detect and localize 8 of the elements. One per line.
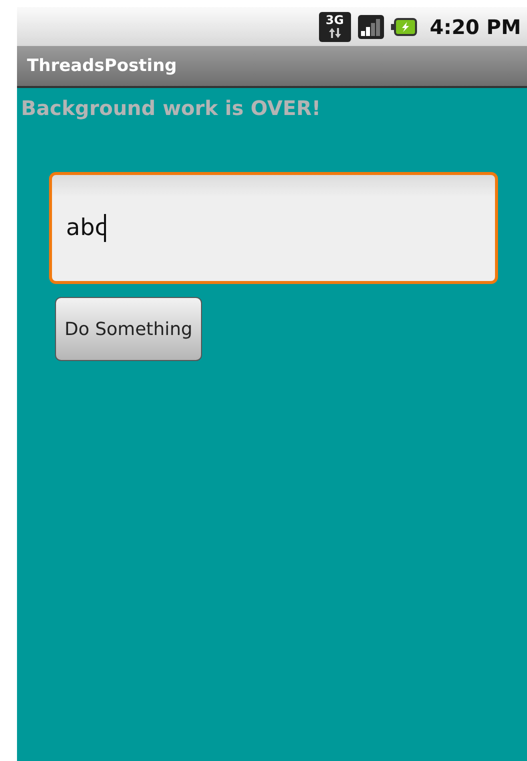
do-something-button[interactable]: Do Something: [55, 297, 202, 361]
signal-icon: [358, 14, 384, 38]
clock-time: 4:20 PM: [430, 14, 521, 38]
battery-charging-icon: [390, 18, 417, 36]
app-title: ThreadsPosting: [27, 56, 177, 76]
network-3g-icon: 3G: [318, 12, 351, 42]
text-input-field[interactable]: abc: [49, 172, 498, 284]
status-message: Background work is OVER!: [21, 96, 321, 120]
